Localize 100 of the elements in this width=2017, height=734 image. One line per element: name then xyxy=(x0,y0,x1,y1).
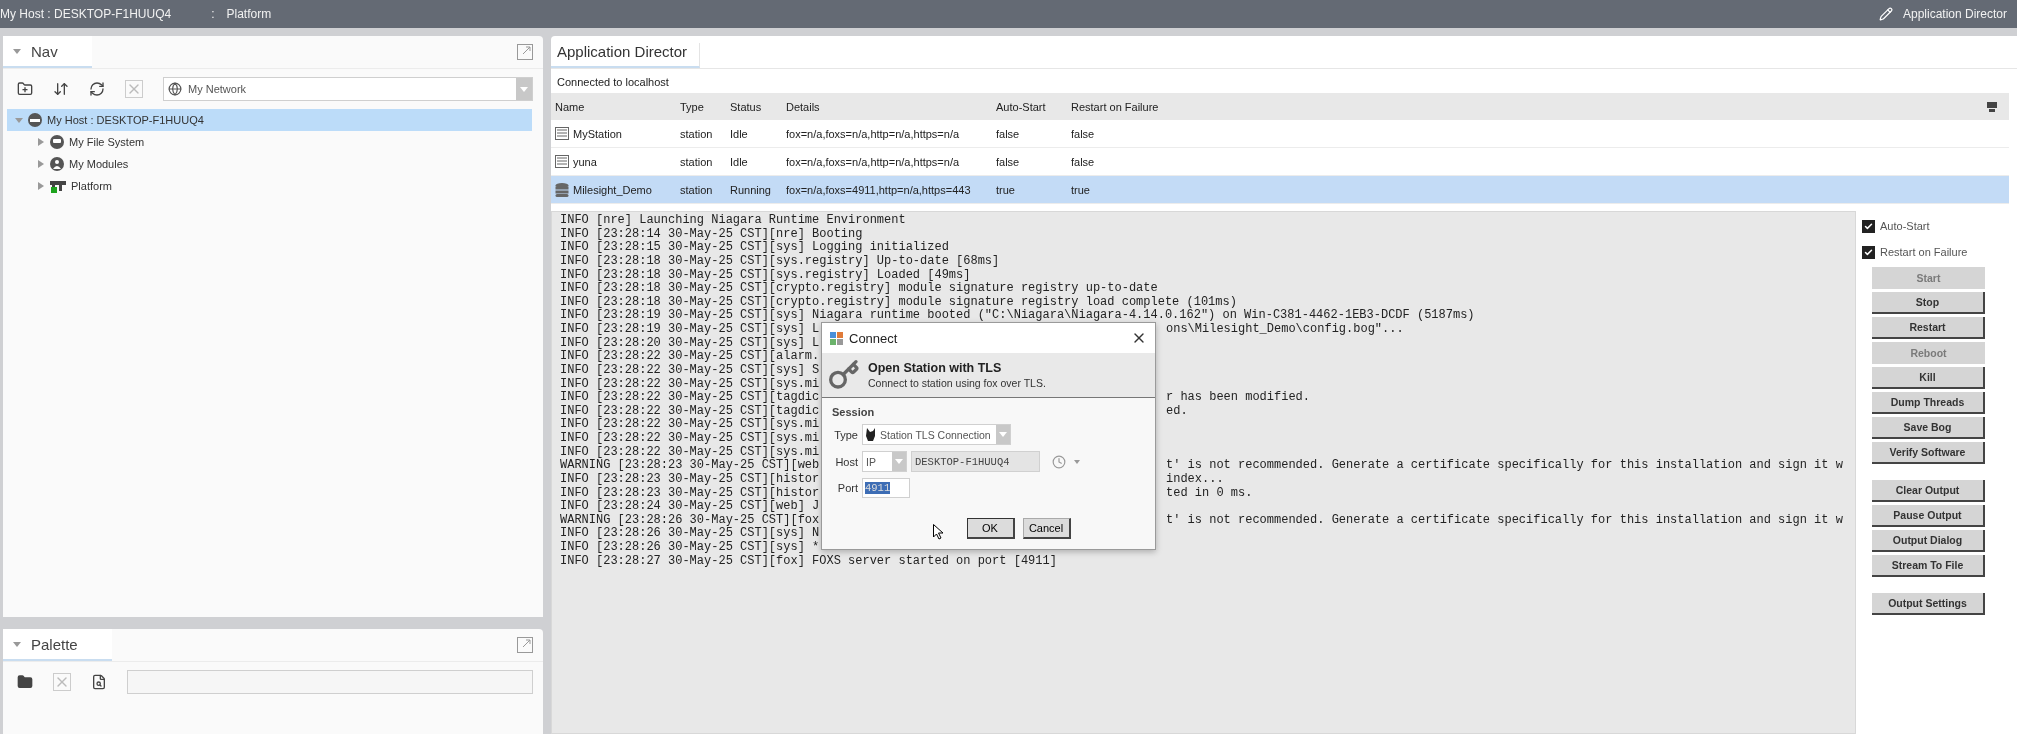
dialog-button[interactable]: Cancel xyxy=(1022,518,1071,539)
table-cell: MyStation xyxy=(573,127,622,140)
log-text: WARNING [23:28:26 30-May-25 CST][fox xyxy=(560,513,820,527)
action-button[interactable]: Verify Software xyxy=(1872,442,1985,464)
dialog-subheading: Connect to station using fox over TLS. xyxy=(868,377,1046,389)
maximize-icon[interactable] xyxy=(517,44,533,60)
network-dropdown[interactable]: My Network xyxy=(163,77,533,101)
log-text: INFO [23:28:23 30-May-25 CST][histor xyxy=(560,472,820,487)
log-text: ted in 0 ms. xyxy=(1166,486,1253,501)
tree-item[interactable]: My Modules xyxy=(7,153,532,175)
globe-icon xyxy=(168,82,182,96)
checkbox-label: Auto-Start xyxy=(1880,220,1930,232)
list-icon xyxy=(555,155,569,168)
action-button[interactable]: Restart xyxy=(1872,317,1985,339)
caret-icon xyxy=(520,86,528,92)
checkbox[interactable] xyxy=(1862,219,1875,233)
caret-icon[interactable] xyxy=(37,181,45,191)
log-text: ons\Milesight_Demo\config.bog"... xyxy=(1166,323,1404,337)
log-text: INFO [23:28:18 30-May-25 CST][sys.registry] Loaded [49ms] xyxy=(560,268,971,282)
log-text: WARNING [23:28:23 30-May-25 CST][web xyxy=(560,459,820,473)
view-tab[interactable]: Application Director xyxy=(551,43,701,68)
table-cell-text: false xyxy=(995,127,1021,140)
log-text: index... xyxy=(1166,472,1224,487)
checkbox[interactable] xyxy=(1862,245,1875,259)
palette-field[interactable] xyxy=(127,670,533,694)
column-header[interactable]: Type xyxy=(676,100,726,113)
animal-icon xyxy=(866,428,876,441)
caret-icon[interactable] xyxy=(37,137,45,147)
checkbox-label: Restart on Failure xyxy=(1880,246,1968,258)
log-text: INFO [23:28:26 30-May-25 CST][sys] * xyxy=(560,541,820,555)
log-text: r has been modified. xyxy=(1166,391,1311,405)
sort-icon[interactable] xyxy=(53,81,69,97)
log-text: INFO [23:28:18 30-May-25 CST][sys.registry] Up-to-date [68ms] xyxy=(560,254,1000,269)
app-icon xyxy=(830,331,843,345)
caret-icon xyxy=(999,432,1007,437)
log-text: INFO [23:28:20 30-May-25 CST][sys] L xyxy=(560,336,820,350)
column-header[interactable]: Restart on Failure xyxy=(1067,100,1987,113)
tree-item[interactable]: Platform xyxy=(7,175,532,197)
action-button[interactable]: Pause Output xyxy=(1872,505,1985,527)
table-cell: Milesight_Demo xyxy=(573,183,652,196)
separator-text: : xyxy=(211,7,215,21)
panel-tab[interactable]: Palette xyxy=(3,629,112,661)
action-button[interactable]: Clear Output xyxy=(1872,480,1985,502)
location-title: Platform xyxy=(226,7,272,21)
caret-icon[interactable] xyxy=(1074,459,1080,464)
column-header[interactable]: Name xyxy=(551,100,676,113)
action-button[interactable]: Output Settings xyxy=(1872,593,1985,615)
log-text: INFO [23:28:19 30-May-25 CST][sys] Niagara runtime booted ("C:\Niagara\Niagara-4.14.0.162") on Win-C381-4462-1EB3-DCDF (5187ms) xyxy=(560,309,1475,323)
folder-icon[interactable] xyxy=(17,674,33,690)
field-label: Port xyxy=(836,482,858,494)
clock-icon[interactable] xyxy=(1052,454,1066,469)
table-row[interactable]: Milesight_Demo station Running fox=n/a,foxs=4911,http=n/a,https=443 true true xyxy=(551,176,2009,204)
search-icon[interactable] xyxy=(91,674,107,690)
host-icon xyxy=(28,113,42,127)
caret-icon[interactable] xyxy=(15,115,23,125)
column-header[interactable]: Auto-Start xyxy=(992,100,1067,113)
type-dropdown[interactable]: Station TLS Connection xyxy=(862,424,1011,445)
dialog-button[interactable]: OK xyxy=(966,518,1015,539)
view-title: Application Director xyxy=(1902,7,2007,21)
log-text: INFO [23:28:19 30-May-25 CST][sys] L xyxy=(560,323,820,337)
table-cell: yuna xyxy=(573,155,597,168)
log-text: INFO [23:28:24 30-May-25 CST][web] J xyxy=(560,500,820,514)
folder-plus-icon[interactable] xyxy=(17,81,33,97)
log-text: INFO [23:28:18 30-May-25 CST][crypto.registry] module signature registry load complete (101ms) xyxy=(560,295,1237,309)
refresh-icon[interactable] xyxy=(89,81,105,97)
action-button[interactable]: Stream To File xyxy=(1872,555,1985,577)
action-button[interactable]: Save Bog xyxy=(1872,417,1985,439)
action-button[interactable]: Dump Threads xyxy=(1872,392,1985,414)
maximize-icon[interactable] xyxy=(517,637,533,653)
log-text: INFO [23:28:27 30-May-25 CST][fox] FOXS server started on port [4911] xyxy=(560,554,1057,569)
key-icon xyxy=(828,359,860,391)
caret-icon[interactable] xyxy=(37,159,45,169)
person-icon xyxy=(50,157,64,171)
section-label: Session xyxy=(832,406,876,418)
table-cell-text: Idle xyxy=(729,155,749,168)
columns-icon[interactable] xyxy=(1987,101,1997,112)
column-header[interactable]: Details xyxy=(782,100,992,113)
tree-item[interactable]: My Host : DESKTOP-F1HUUQ4 xyxy=(7,109,532,131)
tree-item[interactable]: My File System xyxy=(7,131,532,153)
log-text: INFO [23:28:22 30-May-25 CST][sys.mi xyxy=(560,418,820,432)
caret-icon[interactable] xyxy=(13,46,21,56)
host-field[interactable]: DESKTOP-F1HUUQ4 xyxy=(911,451,1040,472)
panel-tab[interactable]: Nav xyxy=(3,36,92,68)
log-text: INFO [23:28:26 30-May-25 CST][sys] N xyxy=(560,527,820,541)
log-text: INFO [23:28:22 30-May-25 CST][sys] S xyxy=(560,363,820,378)
dialog-heading: Open Station with TLS xyxy=(868,361,1003,375)
column-header[interactable]: Status xyxy=(726,100,782,113)
action-button[interactable]: Kill xyxy=(1872,367,1985,389)
table-cell-text: false xyxy=(1070,127,1096,140)
log-text: INFO [23:28:14 30-May-25 CST][nre] Booting xyxy=(560,227,863,241)
port-field[interactable]: 4911 xyxy=(862,478,910,498)
caret-icon[interactable] xyxy=(13,639,21,649)
platform-icon xyxy=(50,179,66,193)
scheme-dropdown[interactable]: IP xyxy=(862,451,907,472)
table-cell-text: Running xyxy=(729,183,772,196)
action-button[interactable]: Stop xyxy=(1872,292,1985,314)
pencil-icon[interactable] xyxy=(1878,7,1893,21)
table-cell-text: station xyxy=(679,183,714,196)
action-button[interactable]: Output Dialog xyxy=(1872,530,1985,552)
connection-status: Connected to localhost xyxy=(556,75,670,90)
